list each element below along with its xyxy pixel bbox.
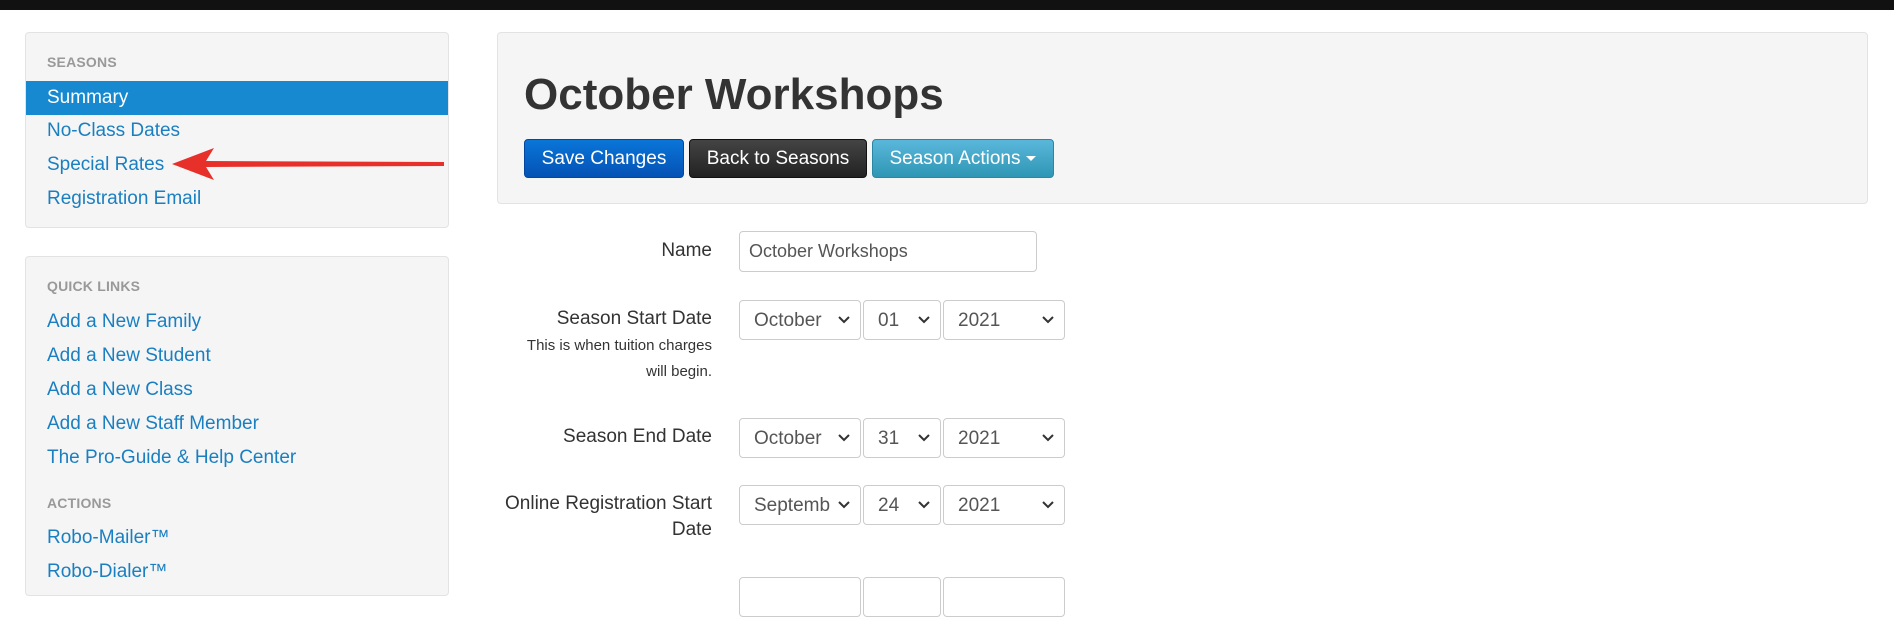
name-input[interactable] (739, 231, 1037, 272)
chevron-down-icon (1042, 316, 1054, 324)
save-changes-button[interactable]: Save Changes (524, 139, 684, 178)
start-date-help: This is when tuition charges (526, 337, 712, 354)
chevron-down-icon (918, 434, 930, 442)
next-month-select[interactable] (739, 577, 861, 617)
caret-down-icon (1026, 155, 1037, 161)
quick-link-help-center[interactable]: The Pro-Guide & Help Center (47, 447, 296, 469)
action-robo-dialer[interactable]: Robo-Dialer™ (47, 561, 167, 583)
sidebar-item-registration-email[interactable]: Registration Email (47, 188, 201, 210)
next-day-select[interactable] (863, 577, 941, 617)
chevron-down-icon (1042, 434, 1054, 442)
quick-link-add-student[interactable]: Add a New Student (47, 345, 211, 367)
start-month-value: October (754, 310, 822, 331)
chevron-down-icon (918, 501, 930, 509)
season-actions-dropdown[interactable]: Season Actions (872, 139, 1054, 178)
start-day-value: 01 (878, 310, 900, 331)
chevron-down-icon (838, 501, 850, 509)
name-label: Name (661, 240, 712, 261)
reg-month-value: September (754, 495, 830, 516)
end-day-value: 31 (878, 428, 900, 449)
quick-links-header: QUICK LINKS (47, 278, 141, 294)
end-date-label: Season End Date (563, 426, 712, 447)
end-day-select[interactable]: 31 (863, 418, 941, 458)
reg-day-value: 24 (878, 495, 900, 516)
reg-start-label: Online Registration Start (505, 493, 712, 514)
page-title: October Workshops (524, 70, 944, 119)
quick-link-add-class[interactable]: Add a New Class (47, 379, 193, 401)
reg-year-select[interactable]: 2021 (943, 485, 1065, 525)
quick-links-panel: QUICK LINKS Add a New Family Add a New S… (25, 256, 449, 596)
end-month-select[interactable]: October (739, 418, 861, 458)
start-year-select[interactable]: 2021 (943, 300, 1065, 340)
chevron-down-icon (1042, 501, 1054, 509)
season-actions-label: Season Actions (889, 147, 1021, 169)
actions-header: ACTIONS (47, 495, 112, 511)
end-year-select[interactable]: 2021 (943, 418, 1065, 458)
start-day-select[interactable]: 01 (863, 300, 941, 340)
sidebar-item-special-rates[interactable]: Special Rates (47, 154, 164, 176)
chevron-down-icon (838, 434, 850, 442)
end-year-value: 2021 (958, 428, 1001, 449)
end-month-value: October (754, 428, 822, 449)
chevron-down-icon (918, 316, 930, 324)
quick-link-add-family[interactable]: Add a New Family (47, 311, 201, 333)
annotation-arrow (172, 148, 444, 180)
page-header: October Workshops Save Changes Back to S… (497, 32, 1868, 204)
start-year-value: 2021 (958, 310, 1001, 331)
sidebar-item-no-class-dates[interactable]: No-Class Dates (47, 120, 180, 142)
start-date-help-2: will begin. (646, 363, 712, 380)
sidebar-item-summary[interactable]: Summary (26, 81, 448, 115)
seasons-header: SEASONS (47, 54, 117, 70)
chevron-down-icon (838, 316, 850, 324)
action-robo-mailer[interactable]: Robo-Mailer™ (47, 527, 169, 549)
next-year-select[interactable] (943, 577, 1065, 617)
start-month-select[interactable]: October (739, 300, 861, 340)
reg-start-label-2: Date (671, 519, 712, 540)
reg-year-value: 2021 (958, 495, 1001, 516)
reg-day-select[interactable]: 24 (863, 485, 941, 525)
reg-month-select[interactable]: September (739, 485, 861, 525)
start-date-label: Season Start Date (556, 308, 712, 329)
back-to-seasons-button[interactable]: Back to Seasons (689, 139, 867, 178)
top-bar (0, 0, 1894, 10)
seasons-nav-panel: SEASONS Summary No-Class Dates Special R… (25, 32, 449, 228)
quick-link-add-staff[interactable]: Add a New Staff Member (47, 413, 259, 435)
